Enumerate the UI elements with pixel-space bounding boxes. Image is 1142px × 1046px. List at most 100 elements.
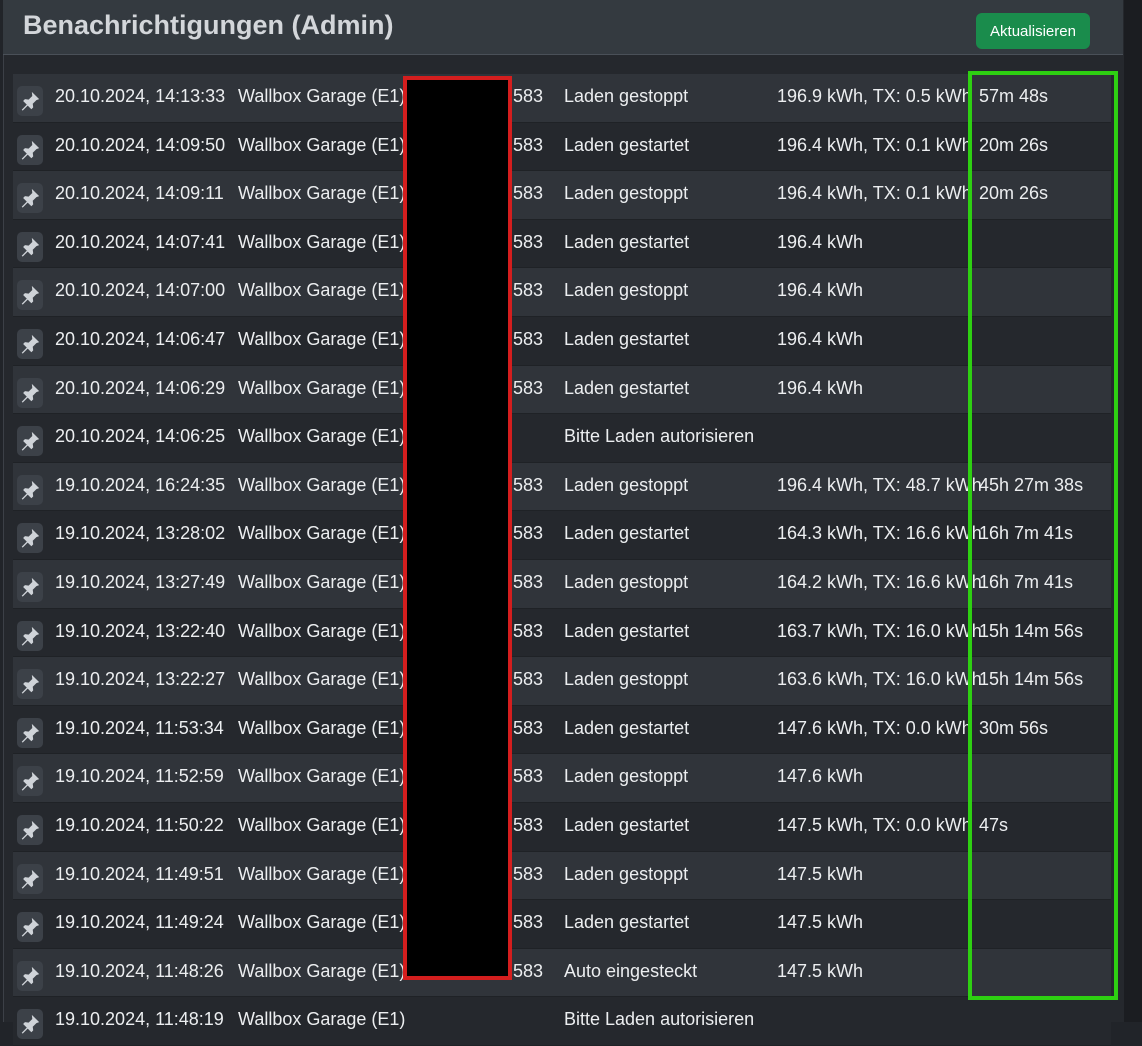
table-row[interactable]: 19.10.2024, 13:22:27 Wallbox Garage (E1) 5…: [13, 657, 1111, 706]
cell-device: Wallbox Garage (E1): [238, 912, 406, 933]
cell-id: 583: [513, 863, 544, 884]
cell-value: 196.4 kWh, TX: 48.7 kWh: [777, 474, 982, 495]
pin-icon[interactable]: [17, 134, 43, 165]
pin-icon[interactable]: [17, 669, 43, 700]
pin-icon[interactable]: [17, 912, 43, 943]
cell-device: Wallbox Garage (E1): [238, 474, 406, 495]
pin-icon[interactable]: [17, 717, 43, 748]
pin-icon[interactable]: [17, 426, 43, 457]
pin-icon[interactable]: [17, 231, 43, 262]
pin-icon[interactable]: [17, 183, 43, 214]
cell-event: Laden gestartet: [564, 620, 690, 641]
table-row[interactable]: 20.10.2024, 14:09:50 Wallbox Garage (E1) 5…: [13, 122, 1111, 172]
cell-event: Laden gestoppt: [564, 571, 689, 592]
pin-icon[interactable]: [17, 377, 43, 408]
cell-event: Laden gestartet: [564, 523, 690, 544]
pin-icon[interactable]: [17, 474, 43, 505]
cell-value: 196.4 kWh: [777, 328, 864, 349]
table-row[interactable]: 19.10.2024, 13:27:49 Wallbox Garage (E1) 5…: [13, 559, 1111, 609]
cell-date: 20.10.2024, 14:09:11: [55, 183, 224, 204]
table-row[interactable]: 20.10.2024, 14:07:41 Wallbox Garage (E1) 5…: [13, 219, 1111, 269]
cell-event: Laden gestartet: [564, 912, 690, 933]
table-row[interactable]: 19.10.2024, 11:49:24 Wallbox Garage (E1) 5…: [13, 900, 1111, 949]
panel-header: Benachrichtigungen (Admin) Aktualisieren: [3, 0, 1123, 55]
cell-value: 196.4 kWh: [777, 231, 864, 252]
cell-event: Laden gestoppt: [564, 86, 689, 106]
cell-id: 583: [513, 377, 544, 398]
table-row[interactable]: 19.10.2024, 11:48:26 Wallbox Garage (E1) 5…: [13, 948, 1111, 998]
cell-device: Wallbox Garage (E1): [238, 960, 406, 981]
cell-date: 20.10.2024, 14:06:25: [55, 426, 226, 447]
cell-id: 583: [513, 183, 544, 204]
table-row[interactable]: 20.10.2024, 14:09:11 Wallbox Garage (E1) 5…: [13, 171, 1111, 220]
cell-date: 19.10.2024, 11:49:24: [55, 912, 224, 933]
pin-icon[interactable]: [17, 863, 43, 894]
cell-date: 20.10.2024, 14:09:50: [55, 134, 226, 155]
cell-id: 583: [513, 474, 544, 495]
table-row[interactable]: 19.10.2024, 11:53:34 Wallbox Garage (E1) 5…: [13, 705, 1111, 755]
cell-date: 19.10.2024, 11:49:51: [55, 863, 224, 884]
table-row[interactable]: 20.10.2024, 14:06:25 Wallbox Garage (E1) B…: [13, 414, 1111, 463]
table-row[interactable]: 19.10.2024, 11:49:51 Wallbox Garage (E1) 5…: [13, 851, 1111, 901]
pin-icon[interactable]: [17, 328, 43, 359]
refresh-button[interactable]: Aktualisieren: [976, 13, 1090, 49]
cell-id: 583: [513, 571, 544, 592]
cell-value: 147.5 kWh: [777, 960, 864, 981]
pin-icon[interactable]: [17, 814, 43, 845]
cell-date: 19.10.2024, 11:50:22: [55, 814, 224, 835]
cell-device: Wallbox Garage (E1): [238, 863, 406, 884]
cell-date: 20.10.2024, 14:06:29: [55, 377, 226, 398]
notifications-table: 20.10.2024, 14:13:33 Wallbox Garage (E1) 5…: [13, 74, 1111, 1046]
cell-event: Laden gestoppt: [564, 669, 689, 690]
cell-id: 583: [513, 814, 544, 835]
cell-value: 196.4 kWh, TX: 0.1 kWh: [777, 134, 972, 155]
table-row[interactable]: 19.10.2024, 11:52:59 Wallbox Garage (E1) 5…: [13, 754, 1111, 803]
cell-value: 163.7 kWh, TX: 16.0 kWh: [777, 620, 982, 641]
cell-id: 583: [513, 523, 544, 544]
pin-icon[interactable]: [17, 620, 43, 651]
cell-date: 19.10.2024, 16:24:35: [55, 474, 226, 495]
cell-date: 20.10.2024, 14:07:00: [55, 280, 226, 301]
cell-device: Wallbox Garage (E1): [238, 766, 406, 787]
table-row[interactable]: 20.10.2024, 14:13:33 Wallbox Garage (E1) 5…: [13, 74, 1111, 123]
cell-id: 583: [513, 912, 544, 933]
cell-value: 147.5 kWh: [777, 863, 864, 884]
cell-value: 196.4 kWh: [777, 280, 864, 301]
pin-icon[interactable]: [17, 960, 43, 991]
table-row[interactable]: 19.10.2024, 13:28:02 Wallbox Garage (E1) 5…: [13, 511, 1111, 560]
cell-event: Bitte Laden autorisieren: [564, 426, 755, 447]
cell-value: 196.4 kWh: [777, 377, 864, 398]
cell-date: 20.10.2024, 14:13:33: [55, 86, 226, 106]
cell-device: Wallbox Garage (E1): [238, 377, 406, 398]
pin-icon[interactable]: [17, 571, 43, 602]
table-row[interactable]: 19.10.2024, 13:22:40 Wallbox Garage (E1) 5…: [13, 608, 1111, 658]
cell-device: Wallbox Garage (E1): [238, 523, 406, 544]
cell-date: 19.10.2024, 13:22:40: [55, 620, 226, 641]
cell-device: Wallbox Garage (E1): [238, 231, 406, 252]
cell-id: 583: [513, 620, 544, 641]
cell-event: Laden gestartet: [564, 231, 690, 252]
cell-event: Laden gestoppt: [564, 863, 689, 884]
pin-icon[interactable]: [17, 86, 43, 116]
pin-icon[interactable]: [17, 1009, 43, 1040]
pin-icon[interactable]: [17, 523, 43, 554]
cell-id: 583: [513, 86, 544, 106]
scrollbar-track[interactable]: [1124, 0, 1142, 1022]
pin-icon[interactable]: [17, 280, 43, 311]
cell-device: Wallbox Garage (E1): [238, 328, 406, 349]
table-row[interactable]: 20.10.2024, 14:06:47 Wallbox Garage (E1) 5…: [13, 316, 1111, 366]
table-row[interactable]: 19.10.2024, 16:24:35 Wallbox Garage (E1) 5…: [13, 462, 1111, 512]
cell-value: 147.6 kWh: [777, 766, 864, 787]
table-row[interactable]: 20.10.2024, 14:06:29 Wallbox Garage (E1) 5…: [13, 365, 1111, 415]
cell-id: 583: [513, 960, 544, 981]
cell-event: Laden gestoppt: [564, 183, 689, 204]
cell-date: 19.10.2024, 13:28:02: [55, 523, 226, 544]
cell-date: 19.10.2024, 13:27:49: [55, 571, 226, 592]
table-row[interactable]: 20.10.2024, 14:07:00 Wallbox Garage (E1) 5…: [13, 268, 1111, 317]
cell-date: 20.10.2024, 14:06:47: [55, 328, 226, 349]
cell-id: 583: [513, 328, 544, 349]
table-row[interactable]: 19.10.2024, 11:50:22 Wallbox Garage (E1) 5…: [13, 802, 1111, 852]
cell-device: Wallbox Garage (E1): [238, 571, 406, 592]
cell-value: 147.6 kWh, TX: 0.0 kWh: [777, 717, 972, 738]
pin-icon[interactable]: [17, 766, 43, 797]
